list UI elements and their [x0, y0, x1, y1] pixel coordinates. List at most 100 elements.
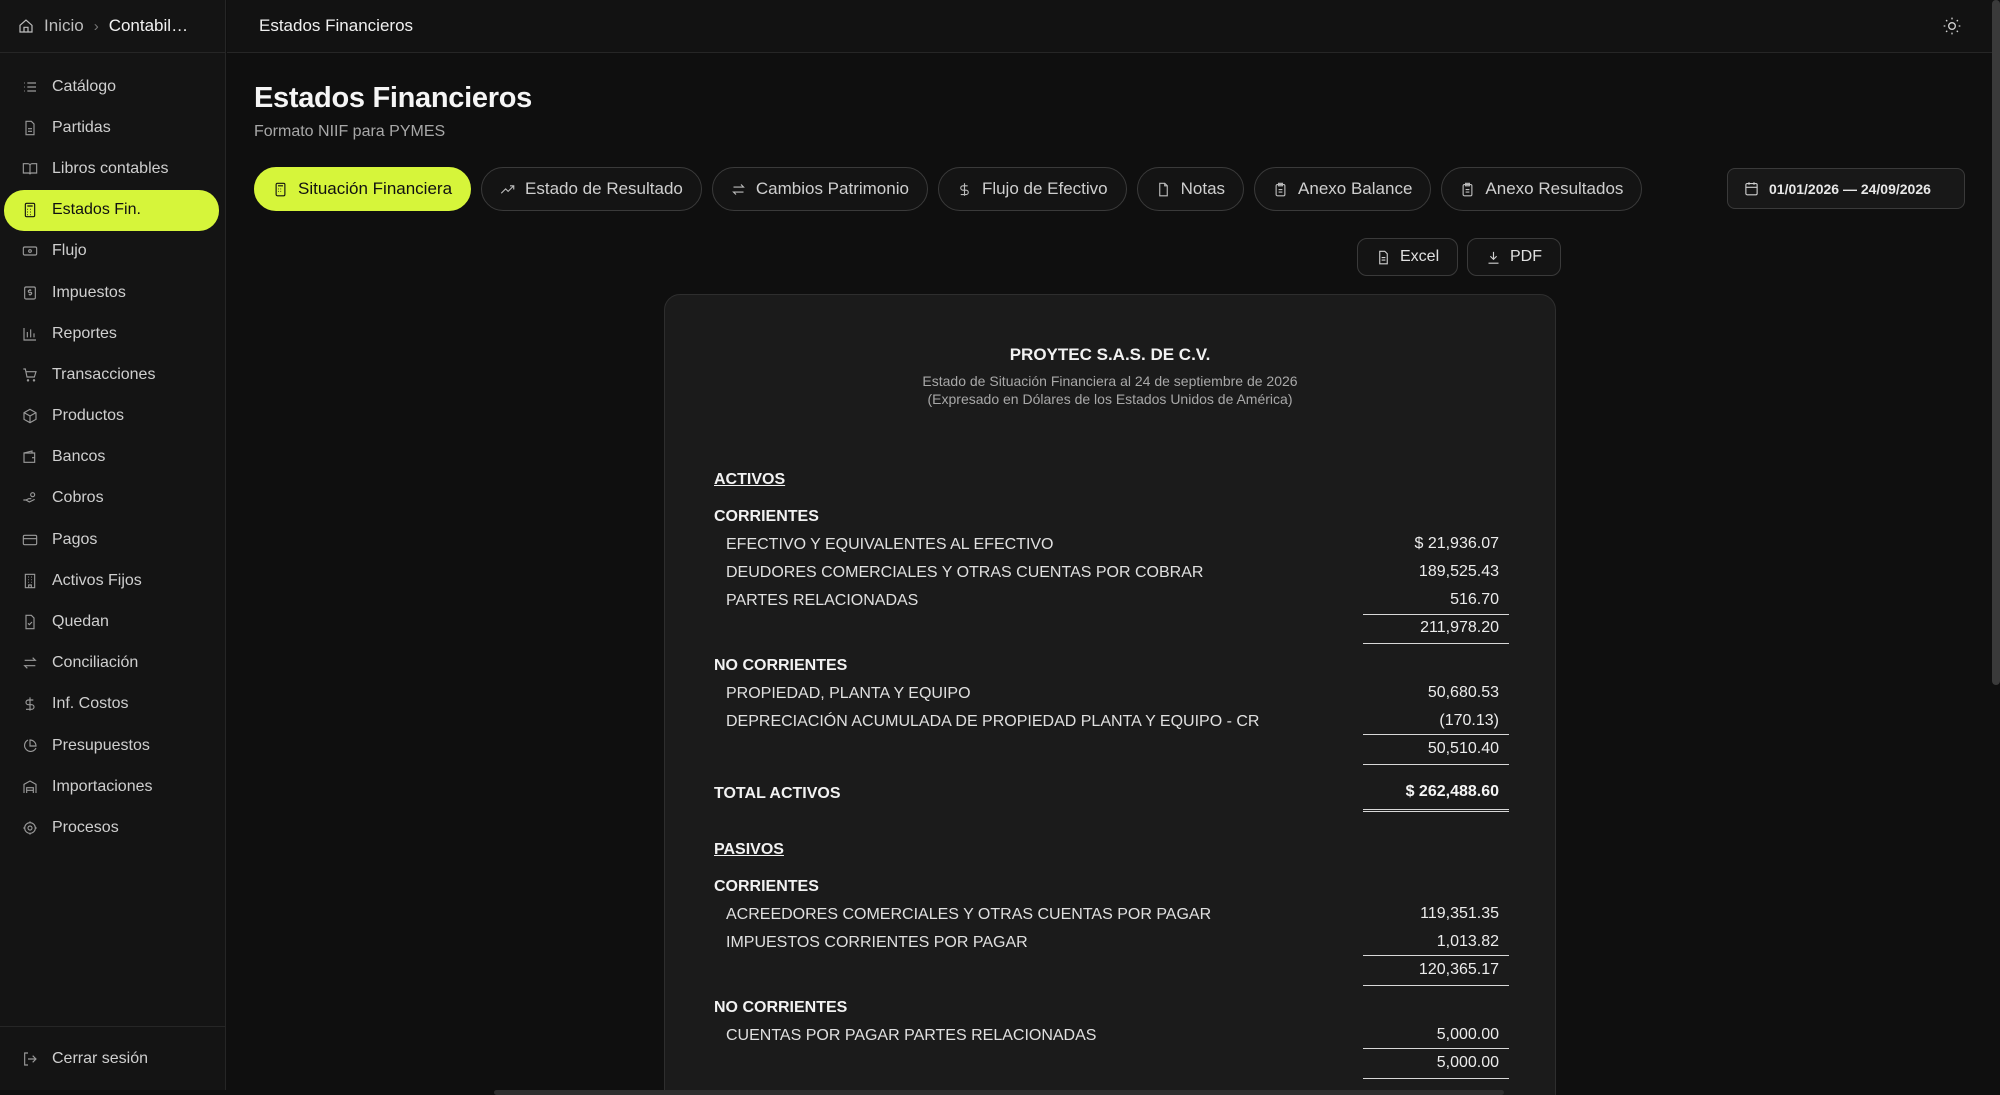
credit-card-icon — [22, 534, 38, 545]
sidebar-item-catalogo[interactable]: Catálogo — [4, 66, 219, 107]
sidebar-item-flujo[interactable]: Flujo — [4, 231, 219, 272]
wallet-icon — [23, 450, 36, 464]
sidebar-item-label: Partidas — [52, 118, 111, 136]
row-label: EFECTIVO Y EQUIVALENTES AL EFECTIVO — [726, 536, 1054, 553]
subtotal-rule — [1363, 1048, 1509, 1049]
sidebar-item-presupuestos[interactable]: Presupuestos — [4, 725, 219, 766]
row-label: CUENTAS POR PAGAR PARTES RELACIONADAS — [726, 1027, 1097, 1044]
sidebar-item-conciliacion[interactable]: Conciliación — [4, 643, 219, 684]
row-amount: 50,680.53 — [1427, 684, 1499, 701]
subtotal-rule — [1363, 734, 1509, 735]
tab-flujo-efectivo[interactable]: Flujo de Efectivo — [937, 167, 1127, 211]
logout-label: Cerrar sesión — [52, 1049, 149, 1067]
tab-anexo-balance[interactable]: Anexo Balance — [1254, 167, 1432, 211]
package-icon — [23, 408, 37, 424]
sidebar-item-bancos[interactable]: Bancos — [4, 437, 219, 478]
assets-current-subtotal: 211,978.20 — [1420, 619, 1499, 636]
sidebar-item-label: Flujo — [52, 242, 87, 260]
sidebar: Inicio › Contabilidad Catálogo Partidas … — [0, 0, 226, 1090]
row-amount: 5,000.00 — [1436, 1026, 1499, 1043]
subtotal-rule — [1363, 1078, 1509, 1079]
sidebar-item-reportes[interactable]: Reportes — [4, 313, 219, 354]
sidebar-item-estados-fin[interactable]: Estados Fin. — [4, 189, 219, 231]
row-amount: $ 21,936.07 — [1414, 535, 1499, 552]
row-amount: 189,525.43 — [1418, 563, 1499, 580]
sidebar-item-label: Quedan — [52, 613, 109, 631]
sidebar-item-procesos[interactable]: Procesos — [4, 807, 219, 848]
sidebar-item-label: Libros contables — [52, 159, 169, 177]
sidebar-item-label: Activos Fijos — [52, 571, 142, 589]
section-assets-title: ACTIVOS — [714, 471, 786, 488]
sidebar-item-label: Presupuestos — [52, 736, 150, 754]
sidebar-item-importaciones[interactable]: Importaciones — [4, 766, 219, 807]
tab-situacion-financiera[interactable]: Situación Financiera — [254, 167, 472, 211]
topbar-title: Estados Financieros — [259, 16, 414, 35]
tab-estado-resultado[interactable]: Estado de Resultado — [481, 167, 702, 211]
cart-icon — [23, 368, 37, 382]
sidebar-item-label: Impuestos — [52, 283, 126, 301]
row-label: DEPRECIACIÓN ACUMULADA DE PROPIEDAD PLAN… — [726, 713, 1260, 730]
export-pdf-button[interactable]: PDF — [1467, 238, 1561, 276]
subtotal-rule — [1363, 985, 1509, 986]
sidebar-item-quedan[interactable]: Quedan — [4, 601, 219, 642]
file-spreadsheet-icon — [1379, 250, 1388, 264]
page-subtitle: Formato NIIF para PYMES — [254, 123, 446, 140]
sidebar-item-inf-costos[interactable]: Inf. Costos — [4, 684, 219, 725]
export-excel-label: Excel — [1400, 248, 1440, 265]
hand-coins-icon — [23, 492, 36, 504]
horizontal-scrollbar[interactable] — [494, 1090, 1504, 1095]
report-currency-note: (Expresado en Dólares de los Estados Uni… — [927, 391, 1293, 407]
tab-label: Situación Financiera — [298, 179, 453, 198]
export-excel-button[interactable]: Excel — [1357, 238, 1459, 276]
sidebar-item-label: Cobros — [52, 489, 104, 507]
page-scrollbar[interactable] — [1992, 0, 2000, 685]
file-check-icon — [25, 614, 35, 630]
sidebar-item-label: Productos — [52, 407, 125, 425]
assets-noncurrent-subtotal: 50,510.40 — [1427, 740, 1499, 757]
tab-label: Anexo Resultados — [1485, 179, 1624, 198]
sidebar-item-label: Procesos — [52, 818, 119, 836]
sidebar-item-pagos[interactable]: Pagos — [4, 519, 219, 560]
sidebar-item-label: Importaciones — [52, 777, 153, 795]
row-label: PROPIEDAD, PLANTA Y EQUIPO — [726, 685, 971, 702]
file-icon — [1158, 182, 1168, 196]
dollar-icon — [25, 697, 35, 712]
file-text-icon — [25, 120, 35, 136]
sidebar-nav: Catálogo Partidas Libros contables Estad… — [0, 53, 225, 849]
row-amount: (170.13) — [1439, 712, 1499, 729]
sidebar-item-label: Transacciones — [52, 365, 156, 383]
logout-button[interactable]: Cerrar sesión — [0, 1026, 225, 1090]
sidebar-item-libros[interactable]: Libros contables — [4, 148, 219, 189]
breadcrumb: Inicio › Contabilidad — [0, 0, 225, 53]
download-icon — [1488, 251, 1499, 264]
theme-toggle-button[interactable] — [1942, 16, 1962, 36]
sidebar-item-productos[interactable]: Productos — [4, 396, 219, 437]
row-label: IMPUESTOS CORRIENTES POR PAGAR — [726, 934, 1028, 951]
sidebar-item-impuestos[interactable]: Impuestos — [4, 272, 219, 313]
list-icon — [24, 82, 36, 92]
tab-label: Flujo de Efectivo — [981, 179, 1108, 198]
sidebar-item-label: Reportes — [52, 324, 117, 342]
liabilities-noncurrent-subtotal: 5,000.00 — [1436, 1054, 1499, 1071]
tab-anexo-resultados[interactable]: Anexo Resultados — [1441, 167, 1643, 211]
sidebar-item-partidas[interactable]: Partidas — [4, 107, 219, 148]
row-label: ACREEDORES COMERCIALES Y OTRAS CUENTAS P… — [726, 906, 1212, 923]
tab-cambios-patrimonio[interactable]: Cambios Patrimonio — [711, 167, 928, 211]
book-icon — [22, 163, 38, 175]
breadcrumb-current[interactable]: Contabilidad — [109, 16, 191, 36]
home-icon — [19, 19, 33, 33]
date-range-picker[interactable]: 01/01/2026 — 24/09/2026 — [1727, 168, 1965, 209]
sidebar-item-activos-fijos[interactable]: Activos Fijos — [4, 560, 219, 601]
cog-icon — [23, 821, 37, 835]
report-company: PROYTEC S.A.S. DE C.V. — [1009, 345, 1211, 364]
breadcrumb-home[interactable]: Inicio — [18, 16, 84, 36]
row-amount: 516.70 — [1450, 591, 1499, 608]
row-label: PARTES RELACIONADAS — [726, 592, 919, 609]
assets-noncurrent-title: NO CORRIENTES — [714, 657, 848, 674]
tab-notas[interactable]: Notas — [1136, 167, 1245, 211]
sidebar-item-label: Inf. Costos — [52, 695, 129, 713]
topbar: Estados Financieros — [227, 0, 2000, 53]
sidebar-item-transacciones[interactable]: Transacciones — [4, 354, 219, 395]
sidebar-item-cobros[interactable]: Cobros — [4, 478, 219, 519]
sidebar-item-label: Pagos — [52, 530, 98, 548]
